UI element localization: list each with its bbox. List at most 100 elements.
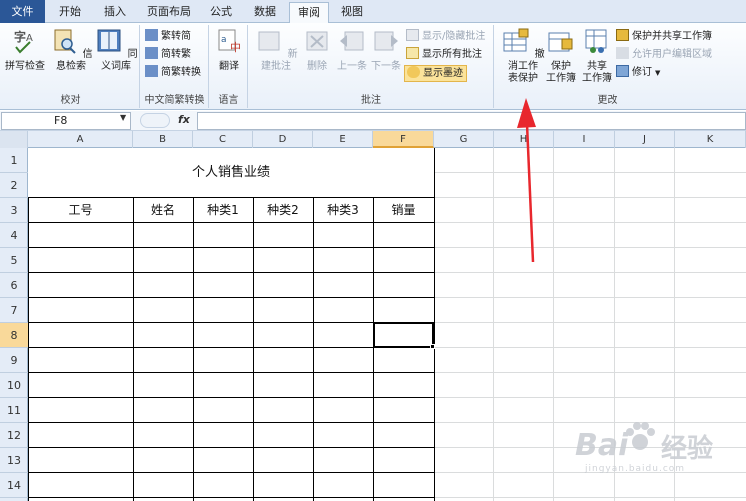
column-header-b[interactable]: B [133, 131, 193, 148]
row-header-14[interactable]: 14 [0, 473, 28, 498]
insert-function-icon[interactable]: fx [178, 113, 190, 126]
watermark-brand-right: 经验 [661, 434, 714, 464]
row-headers: 1 2 3 4 5 6 7 8 9 10 11 12 13 14 [0, 148, 28, 501]
header-cell-id[interactable]: 工号 [28, 198, 133, 222]
sheet-title-cell[interactable]: 个人销售业绩 [28, 148, 434, 197]
convert-icon [145, 65, 158, 77]
header-cell-type1[interactable]: 种类1 [193, 198, 253, 222]
tab-data[interactable]: 数据 [245, 2, 285, 23]
share-workbook-button[interactable]: 共享 工作簿 [579, 27, 615, 85]
delete-comment-button[interactable]: 删除 [301, 27, 333, 73]
chevron-down-icon: ▼ [655, 69, 661, 77]
trad-to-simp-button[interactable]: 繁转简 [145, 29, 191, 45]
simp-to-trad-icon [145, 47, 158, 59]
row-header-4[interactable]: 4 [0, 223, 28, 248]
group-chinese-conversion: 繁转简 简转繁 简繁转换 中文简繁转换 [141, 25, 209, 108]
formula-input[interactable] [197, 112, 746, 130]
column-header-d[interactable]: D [253, 131, 313, 148]
fill-handle[interactable] [430, 344, 435, 349]
column-header-i[interactable]: I [554, 131, 615, 148]
research-button[interactable]: 信息检索 [49, 27, 93, 73]
next-comment-label: 下一条 [371, 61, 401, 72]
row-header-7[interactable]: 7 [0, 298, 28, 323]
group-language: a中 翻译 语言 [210, 25, 248, 108]
unprotect-sheet-button[interactable]: 撤消工作 表保护 [499, 27, 547, 85]
track-changes-label: 修订 [632, 67, 652, 78]
simp-to-trad-button[interactable]: 简转繁 [145, 47, 191, 63]
show-hide-comment-button[interactable]: 显示/隐藏批注 [406, 29, 485, 45]
svg-text:字: 字 [14, 29, 26, 44]
protect-workbook-label-1: 保护 [551, 61, 571, 72]
spell-check-icon: 字A [14, 29, 33, 54]
allow-edit-ranges-label: 允许用户编辑区域 [632, 49, 712, 60]
new-comment-button[interactable]: 新建批注 [253, 27, 299, 73]
row-header-1[interactable]: 1 [0, 148, 28, 173]
spell-check-button[interactable]: 字A 拼写检查 [4, 27, 46, 73]
protect-share-icon [616, 29, 629, 41]
active-cell-f8[interactable] [373, 322, 434, 348]
row-header-13[interactable]: 13 [0, 448, 28, 473]
chevron-down-icon[interactable]: ▼ [120, 113, 126, 122]
name-box[interactable]: F8 [1, 112, 131, 130]
previous-icon [340, 31, 364, 51]
track-changes-button[interactable]: 修订 ▼ [616, 65, 660, 81]
thesaurus-icon [97, 29, 121, 52]
previous-comment-button[interactable]: 上一条 [335, 27, 369, 73]
convert-label: 简繁转换 [161, 67, 201, 78]
trad-to-simp-icon [145, 29, 158, 41]
delete-comment-label: 删除 [307, 61, 327, 72]
share-workbook-icon [585, 29, 607, 53]
row-header-12[interactable]: 12 [0, 423, 28, 448]
translate-label: 翻译 [219, 61, 239, 72]
tab-page-layout[interactable]: 页面布局 [141, 2, 197, 23]
next-comment-button[interactable]: 下一条 [369, 27, 403, 73]
column-header-f[interactable]: F [373, 131, 434, 148]
row-header-11[interactable]: 11 [0, 398, 28, 423]
translate-button[interactable]: a中 翻译 [212, 27, 246, 73]
row-header-9[interactable]: 9 [0, 348, 28, 373]
share-workbook-label-2: 工作簿 [582, 73, 612, 84]
tab-formulas[interactable]: 公式 [201, 2, 241, 23]
header-cell-type3[interactable]: 种类3 [313, 198, 373, 222]
watermark-brand-left: Bai [575, 428, 629, 463]
row-header-10[interactable]: 10 [0, 373, 28, 398]
header-cell-sales[interactable]: 销量 [373, 198, 434, 222]
column-header-j[interactable]: J [615, 131, 675, 148]
baidu-watermark: Bai 经验 jingyan.baidu.com [575, 420, 745, 475]
watermark-url: jingyan.baidu.com [585, 464, 686, 474]
group-chinese-label: 中文简繁转换 [144, 95, 205, 106]
convert-button[interactable]: 简繁转换 [145, 65, 201, 81]
show-hide-comment-label: 显示/隐藏批注 [422, 31, 486, 42]
column-headers: A B C D E F G H I J K [0, 131, 746, 148]
thesaurus-button[interactable]: 同义词库 [94, 27, 138, 73]
tab-review[interactable]: 审阅 [289, 2, 329, 24]
ribbon: 字A 拼写检查 信息检索 同义词库 校对 繁转简 简转繁 简繁转换 中文简繁转换… [0, 23, 746, 110]
row-header-3[interactable]: 3 [0, 198, 28, 223]
tab-home[interactable]: 开始 [50, 2, 90, 23]
show-all-comments-button[interactable]: 显示所有批注 [406, 47, 482, 63]
group-language-label: 语言 [218, 95, 239, 106]
allow-edit-ranges-button[interactable]: 允许用户编辑区域 [616, 47, 712, 63]
row-header-5[interactable]: 5 [0, 248, 28, 273]
tab-view[interactable]: 视图 [332, 2, 372, 23]
protect-share-workbook-button[interactable]: 保护并共享工作簿 [616, 29, 712, 45]
header-cell-name[interactable]: 姓名 [133, 198, 193, 222]
select-all-corner[interactable] [0, 131, 28, 148]
ribbon-tab-bar: 文件 开始 插入 页面布局 公式 数据 审阅 视图 [0, 0, 746, 24]
column-header-a[interactable]: A [28, 131, 133, 148]
protect-workbook-button[interactable]: 保护 工作簿 [543, 27, 579, 85]
row-header-2[interactable]: 2 [0, 173, 28, 198]
row-header-8[interactable]: 8 [0, 323, 28, 348]
column-header-c[interactable]: C [193, 131, 253, 148]
show-ink-label: 显示墨迹 [423, 68, 463, 79]
show-hide-comment-icon [406, 29, 419, 41]
column-header-g[interactable]: G [434, 131, 494, 148]
row-header-6[interactable]: 6 [0, 273, 28, 298]
tab-file[interactable]: 文件 [0, 0, 45, 23]
tab-insert[interactable]: 插入 [95, 2, 135, 23]
next-icon [374, 31, 398, 51]
column-header-e[interactable]: E [313, 131, 373, 148]
column-header-k[interactable]: K [675, 131, 746, 148]
show-ink-button[interactable]: 显示墨迹 [404, 65, 467, 82]
header-cell-type2[interactable]: 种类2 [253, 198, 313, 222]
